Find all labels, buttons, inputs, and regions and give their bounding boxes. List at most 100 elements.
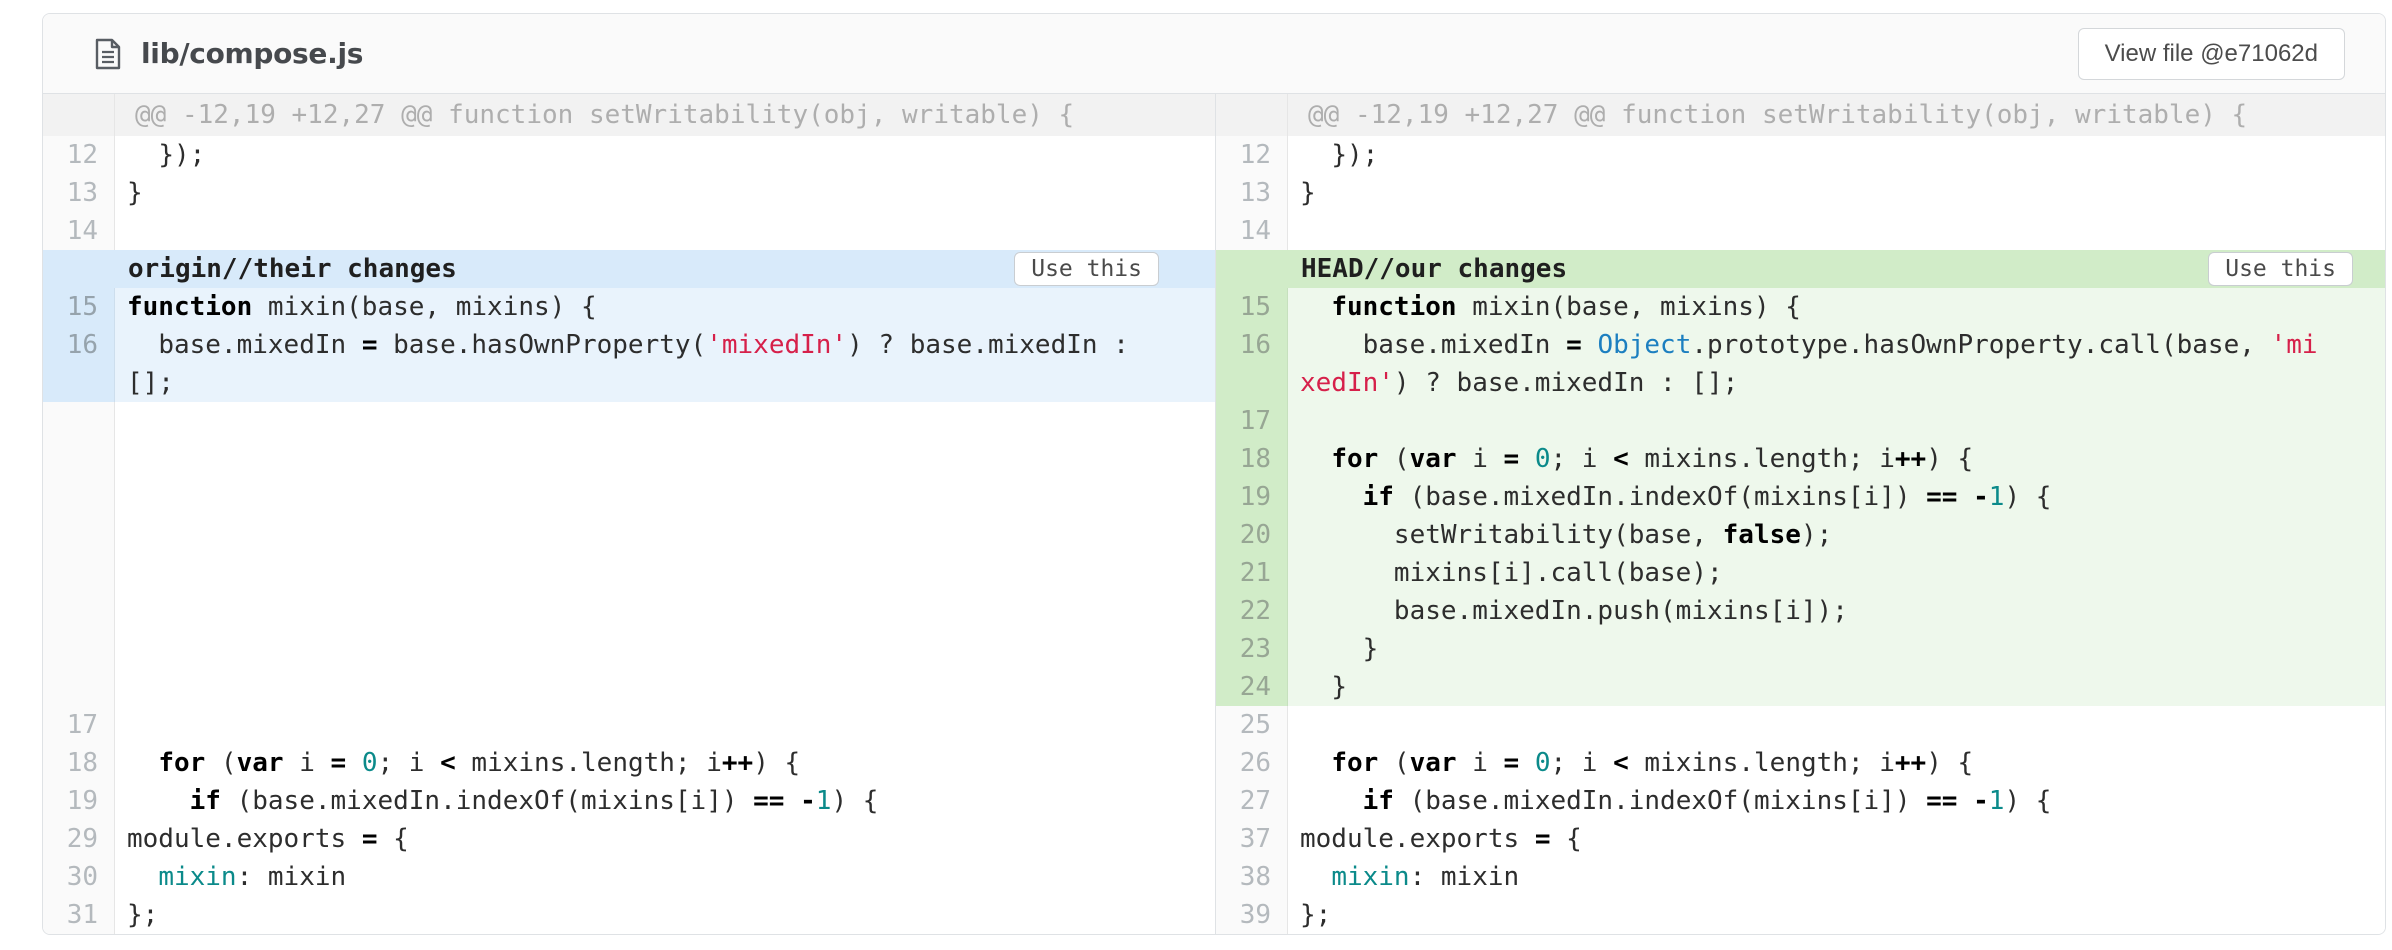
line-number: 17 [43,706,115,744]
code-line: function mixin(base, mixins) { [115,288,1215,326]
code-line-row: 25 [1216,706,2385,744]
conflict-header-theirs: origin//their changes Use this [43,250,1215,288]
code-line: }); [1288,136,2385,174]
code-line: if (base.mixedIn.indexOf(mixins[i]) == -… [1288,478,2385,516]
code-line: if (base.mixedIn.indexOf(mixins[i]) == -… [115,782,1215,820]
code-line: for (var i = 0; i < mixins.length; i++) … [1288,440,2385,478]
line-number: 31 [43,896,115,934]
code-line-row: 22 base.mixedIn.push(mixins[i]); [1216,592,2385,630]
code-line: mixins[i].call(base); [1288,554,2385,592]
code-line-row: 18 for (var i = 0; i < mixins.length; i+… [43,744,1215,782]
code-line-row: 15function mixin(base, mixins) { [43,288,1215,326]
use-this-button-ours[interactable]: Use this [2208,252,2353,286]
line-number: 22 [1216,592,1288,630]
code-line-row: 21 mixins[i].call(base); [1216,554,2385,592]
use-this-button-theirs[interactable]: Use this [1014,252,1159,286]
line-number: 20 [1216,516,1288,554]
code-line-row: 23 } [1216,630,2385,668]
code-line-row: 30 mixin: mixin [43,858,1215,896]
card-header: lib/compose.js View file @e71062d [43,14,2385,94]
hunk-gutter [1216,94,1288,136]
code-line-row: 20 setWritability(base, false); [1216,516,2385,554]
line-number: 18 [1216,440,1288,478]
filler-row [43,440,1215,478]
line-number [43,516,115,554]
code-line [115,592,1215,630]
code-line: } [1288,174,2385,212]
code-line [115,668,1215,706]
code-line-row: 17 [1216,402,2385,440]
file-text-icon [95,38,121,70]
code-line: } [1288,630,2385,668]
line-number [43,592,115,630]
code-line-row: 14 [1216,212,2385,250]
code-line-row: 13} [1216,174,2385,212]
code-line-row: 29module.exports = { [43,820,1215,858]
line-number: 30 [43,858,115,896]
line-number: 21 [1216,554,1288,592]
hunk-header: @@ -12,19 +12,27 @@ function setWritabil… [1216,94,2385,136]
code-line-row: 24 } [1216,668,2385,706]
code-line: function mixin(base, mixins) { [1288,288,2385,326]
code-line-row: 39}; [1216,896,2385,934]
code-line: base.mixedIn.push(mixins[i]); [1288,592,2385,630]
line-number: 25 [1216,706,1288,744]
code-line-row: 31}; [43,896,1215,934]
line-number: 12 [43,136,115,174]
code-line: module.exports = { [1288,820,2385,858]
view-file-button[interactable]: View file @e71062d [2078,28,2345,80]
code-line [1288,706,2385,744]
code-line: base.mixedIn = base.hasOwnProperty('mixe… [115,326,1215,402]
conflict-label: origin//their changes [43,254,457,284]
code-line-row: 14 [43,212,1215,250]
conflict-label: HEAD//our changes [1216,254,1567,284]
line-number: 29 [43,820,115,858]
code-line: for (var i = 0; i < mixins.length; i++) … [1288,744,2385,782]
line-number: 15 [43,288,115,326]
line-number: 27 [1216,782,1288,820]
code-line: mixin: mixin [115,858,1215,896]
code-line: module.exports = { [115,820,1215,858]
code-line-row: 26 for (var i = 0; i < mixins.length; i+… [1216,744,2385,782]
code-line [115,212,1215,250]
code-line: mixin: mixin [1288,858,2385,896]
hunk-header-text: @@ -12,19 +12,27 @@ function setWritabil… [1288,94,2385,136]
code-line: }; [115,896,1215,934]
code-line [115,478,1215,516]
code-line-row: 37module.exports = { [1216,820,2385,858]
diff-body: @@ -12,19 +12,27 @@ function setWritabil… [43,94,2385,934]
conflict-header-ours: HEAD//our changes Use this [1216,250,2385,288]
code-line-row: 38 mixin: mixin [1216,858,2385,896]
code-line [1288,212,2385,250]
line-number: 24 [1216,668,1288,706]
code-line [1288,402,2385,440]
code-line-row: 27 if (base.mixedIn.indexOf(mixins[i]) =… [1216,782,2385,820]
code-line-row: 16 base.mixedIn = base.hasOwnProperty('m… [43,326,1215,402]
code-line-row: 18 for (var i = 0; i < mixins.length; i+… [1216,440,2385,478]
line-number: 39 [1216,896,1288,934]
line-number: 12 [1216,136,1288,174]
line-number: 19 [1216,478,1288,516]
line-number: 23 [1216,630,1288,668]
code-line-row: 12 }); [1216,136,2385,174]
line-number [43,402,115,440]
code-line-row: 17 [43,706,1215,744]
code-line [115,440,1215,478]
line-number: 37 [1216,820,1288,858]
line-number [43,630,115,668]
code-line: base.mixedIn = Object.prototype.hasOwnPr… [1288,326,2385,402]
hunk-header-text: @@ -12,19 +12,27 @@ function setWritabil… [115,94,1215,136]
line-number [43,554,115,592]
line-number: 26 [1216,744,1288,782]
line-number: 17 [1216,402,1288,440]
line-number: 38 [1216,858,1288,896]
code-line [115,706,1215,744]
code-line: } [1288,668,2385,706]
line-number: 13 [43,174,115,212]
file-path-title: lib/compose.js [141,37,363,70]
line-number: 14 [43,212,115,250]
pane-theirs: @@ -12,19 +12,27 @@ function setWritabil… [43,94,1215,934]
code-line [115,554,1215,592]
hunk-header: @@ -12,19 +12,27 @@ function setWritabil… [43,94,1215,136]
line-number: 16 [1216,326,1288,402]
